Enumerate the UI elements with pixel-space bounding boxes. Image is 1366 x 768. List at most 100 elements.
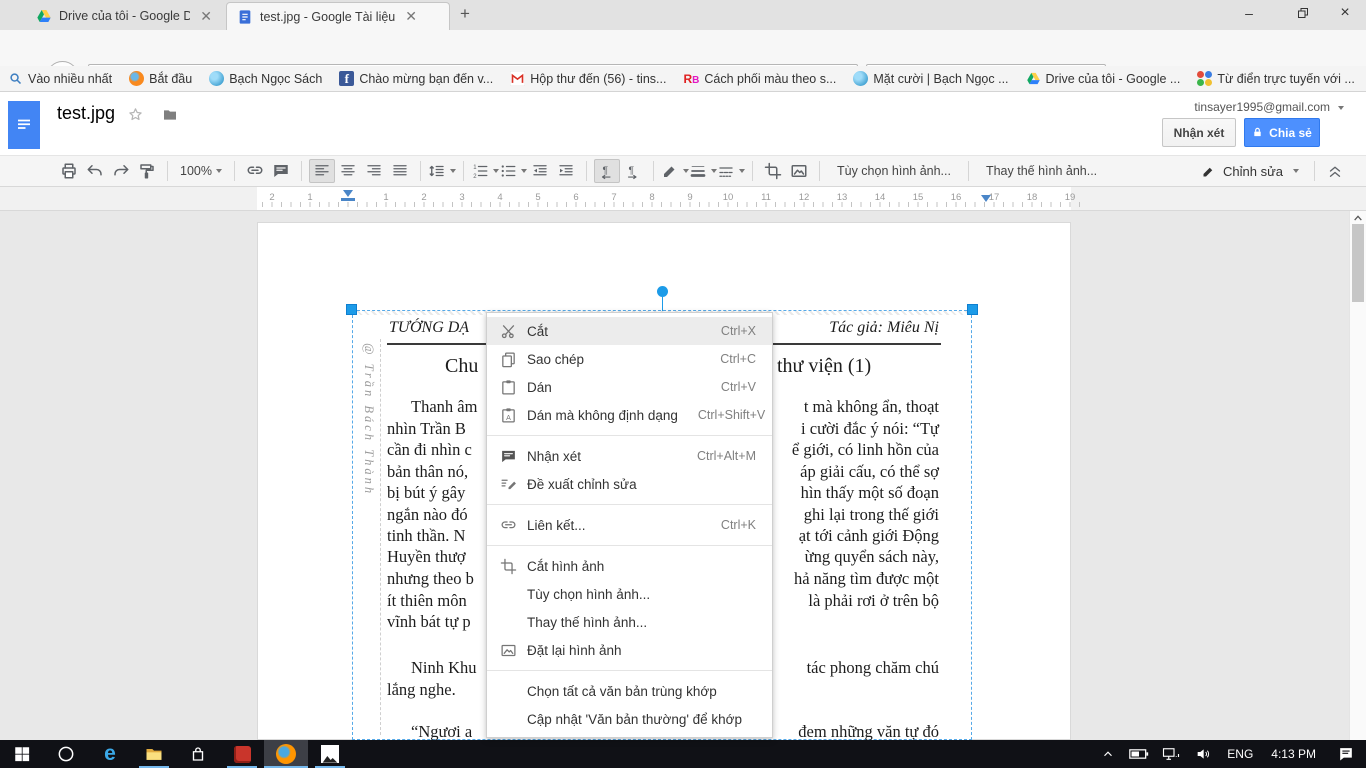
battery-icon[interactable]	[1123, 740, 1155, 768]
insert-comment-icon[interactable]	[268, 159, 294, 183]
border-color-icon[interactable]	[661, 159, 689, 183]
comments-button[interactable]: Nhận xét	[1162, 118, 1236, 147]
action-center-icon[interactable]	[1326, 740, 1366, 768]
menu-item-reset-image[interactable]: Đặt lại hình ảnh	[487, 636, 772, 664]
crop-image-icon[interactable]	[760, 159, 786, 183]
account-email[interactable]: tinsayer1995@gmail.com	[1194, 100, 1330, 114]
zoom-select[interactable]: 100%	[175, 159, 227, 183]
ruler[interactable]: 2 1 1 2 3 4 5 6 7 8 9 10 11 12 13 14 15 …	[0, 187, 1366, 211]
undo-icon[interactable]	[82, 159, 108, 183]
svg-text:1: 1	[473, 165, 477, 171]
indent-icon[interactable]	[553, 159, 579, 183]
menu-item-select-matching-text[interactable]: Chọn tất cả văn bản trùng khớp	[487, 677, 772, 705]
docs-toolbar: 100% 12 ¶ ¶ Tùy chọn hình ảnh... Thay th…	[0, 155, 1366, 187]
windows-store-icon[interactable]	[176, 740, 220, 768]
ruler-number: 3	[455, 192, 469, 203]
cortana-button[interactable]	[44, 740, 88, 768]
editing-mode-button[interactable]: Chỉnh sửa	[1193, 159, 1307, 183]
border-dash-icon[interactable]	[717, 159, 745, 183]
menu-item-copy[interactable]: Sao chép Ctrl+C	[487, 345, 772, 373]
menu-item-link[interactable]: Liên kết... Ctrl+K	[487, 511, 772, 539]
bookmark-item[interactable]: fChào mừng bạn đến v...	[339, 71, 493, 86]
insert-link-icon[interactable]	[242, 159, 268, 183]
tab-close-icon[interactable]: ✕	[405, 8, 417, 25]
scrollbar-thumb[interactable]	[1352, 224, 1364, 302]
paragraph-ltr-icon[interactable]: ¶	[594, 159, 620, 183]
copy-icon	[500, 351, 527, 368]
collapse-toolbar-icon[interactable]	[1322, 159, 1348, 183]
line-spacing-icon[interactable]	[428, 159, 456, 183]
network-icon[interactable]	[1155, 740, 1187, 768]
replace-image-button[interactable]: Thay thế hình ảnh...	[976, 164, 1107, 178]
scan-text-line: nhìn Trần B	[387, 419, 466, 439]
paint-format-icon[interactable]	[134, 159, 160, 183]
scroll-up-icon[interactable]	[1353, 214, 1363, 222]
bookmark-item[interactable]: Mặt cười | Bạch Ngọc ...	[853, 71, 1008, 86]
new-tab-button[interactable]: +	[460, 4, 470, 24]
bookmark-item[interactable]: Bắt đầu	[129, 71, 192, 86]
align-justify-icon[interactable]	[387, 159, 413, 183]
share-button[interactable]: Chia sẻ	[1244, 118, 1320, 147]
tray-chevron-up-icon[interactable]	[1093, 740, 1123, 768]
align-center-icon[interactable]	[335, 159, 361, 183]
docs-home-icon[interactable]	[8, 101, 40, 149]
paragraph-rtl-icon[interactable]: ¶	[620, 159, 646, 183]
reset-image-icon[interactable]	[786, 159, 812, 183]
selection-handle-top-right[interactable]	[967, 304, 978, 315]
outdent-icon[interactable]	[527, 159, 553, 183]
volume-icon[interactable]	[1187, 740, 1219, 768]
menu-item-comment[interactable]: Nhận xét Ctrl+Alt+M	[487, 442, 772, 470]
bookmark-item[interactable]: Vào nhiều nhất	[8, 71, 112, 86]
align-right-icon[interactable]	[361, 159, 387, 183]
firefox-taskbar-icon[interactable]	[264, 740, 308, 768]
selection-handle-top-left[interactable]	[346, 304, 357, 315]
window-minimize-button[interactable]: –	[1232, 0, 1266, 26]
window-close-button[interactable]: ×	[1328, 0, 1362, 26]
account-caret-icon[interactable]	[1338, 106, 1344, 110]
menu-item-paste-without-formatting[interactable]: A Dán mà không định dạng Ctrl+Shift+V	[487, 401, 772, 429]
star-document-icon[interactable]	[128, 107, 143, 122]
bookmark-item[interactable]: Bạch Ngọc Sách	[209, 71, 322, 86]
numbered-list-icon[interactable]: 12	[471, 159, 499, 183]
start-button[interactable]	[0, 740, 44, 768]
print-icon[interactable]	[56, 159, 82, 183]
scan-chapter-title-left: Chu	[445, 355, 478, 378]
left-indent-bar[interactable]	[341, 198, 355, 201]
scan-text-line: ngắn nào đó	[387, 505, 468, 525]
bookmark-item[interactable]: Từ điển trực tuyến với ...	[1197, 71, 1354, 86]
image-options-button[interactable]: Tùy chọn hình ảnh...	[827, 164, 961, 178]
game-app-icon[interactable]	[220, 740, 264, 768]
indent-marker-right[interactable]	[981, 195, 991, 202]
bookmark-label: Cách phối màu theo s...	[704, 72, 836, 86]
align-left-icon[interactable]	[309, 159, 335, 183]
menu-item-replace-image[interactable]: Thay thế hình ảnh...	[487, 608, 772, 636]
move-folder-icon[interactable]	[162, 107, 178, 123]
tab-close-icon[interactable]: ✕	[200, 8, 212, 25]
bookmark-item[interactable]: Hộp thư đến (56) - tins...	[510, 71, 666, 86]
menu-item-paste[interactable]: Dán Ctrl+V	[487, 373, 772, 401]
menu-item-update-normal-text[interactable]: Cập nhật 'Văn bản thường' để khớp	[487, 705, 772, 733]
rotation-handle[interactable]	[657, 286, 668, 297]
bookmark-item[interactable]: RBCách phối màu theo s...	[683, 72, 836, 86]
photos-app-icon[interactable]	[308, 740, 352, 768]
bulleted-list-icon[interactable]	[499, 159, 527, 183]
file-explorer-icon[interactable]	[132, 740, 176, 768]
bookmark-item[interactable]: Drive của tôi - Google ...	[1026, 71, 1181, 86]
menu-item-crop-image[interactable]: Cắt hình ảnh	[487, 552, 772, 580]
tab-docs[interactable]: test.jpg - Google Tài liệu ✕	[226, 2, 450, 30]
tab-drive[interactable]: Drive của tôi - Google Drive ✕	[26, 2, 222, 30]
menu-item-label: Cập nhật 'Văn bản thường' để khớp	[527, 712, 756, 727]
clock[interactable]: 4:13 PM	[1261, 747, 1326, 761]
redo-icon[interactable]	[108, 159, 134, 183]
border-weight-icon[interactable]	[689, 159, 717, 183]
language-indicator[interactable]: ENG	[1219, 747, 1261, 761]
document-title[interactable]: test.jpg	[57, 103, 115, 124]
window-restore-button[interactable]	[1286, 0, 1320, 26]
edge-icon[interactable]: e	[88, 740, 132, 768]
menu-item-image-options[interactable]: Tùy chọn hình ảnh...	[487, 580, 772, 608]
vertical-scrollbar[interactable]	[1349, 211, 1366, 740]
indent-marker-left[interactable]	[343, 190, 353, 197]
menu-item-suggest-edits[interactable]: Đề xuất chỉnh sửa	[487, 470, 772, 498]
menu-item-cut[interactable]: Cắt Ctrl+X	[487, 317, 772, 345]
crop-icon	[500, 558, 527, 575]
